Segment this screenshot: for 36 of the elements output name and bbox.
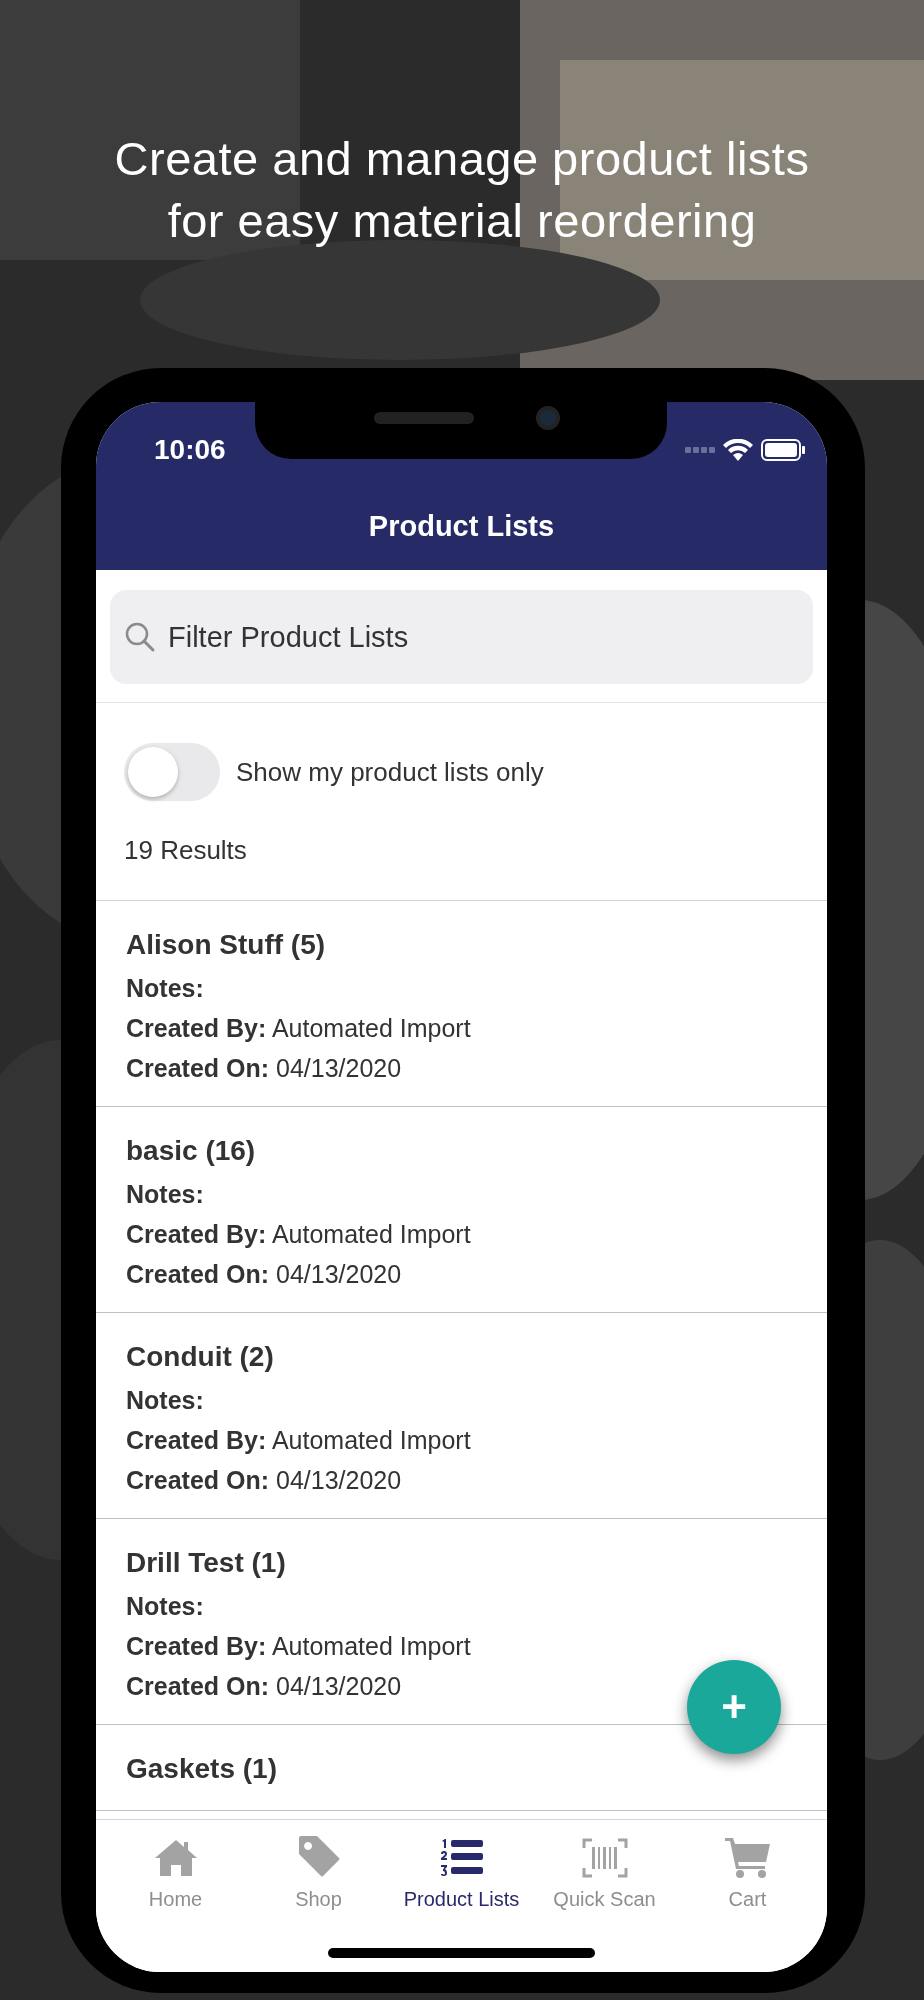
- list-title: Conduit (2): [126, 1340, 274, 1374]
- signal-icon: [685, 447, 715, 453]
- list-title: Drill Test (1): [126, 1546, 286, 1580]
- barcode-scan-icon: [581, 1838, 628, 1878]
- numbered-list-icon: [438, 1838, 485, 1878]
- cart-icon: [724, 1836, 771, 1878]
- created-on-line: Created On: 04/13/2020: [126, 1671, 402, 1702]
- list-item-card[interactable]: Alison Stuff (5) Notes: Created By: Automated Import Created On: 04/13/2020: [96, 901, 827, 1107]
- created-on-line: Created On: 04/13/2020: [126, 1465, 402, 1496]
- search-field[interactable]: Filter Product Lists: [110, 590, 813, 684]
- battery-icon: [761, 439, 805, 461]
- toggle-label: Show my product lists only: [236, 755, 544, 789]
- created-by-line: Created By: Automated Import: [126, 1013, 471, 1044]
- wifi-icon: [723, 439, 753, 461]
- list-title: Alison Stuff (5): [126, 928, 326, 962]
- notes-label: Notes:: [126, 1179, 204, 1210]
- results-count: 19 Results: [124, 834, 248, 867]
- toggle-switch[interactable]: [124, 743, 220, 801]
- list-title: Gaskets (1): [126, 1752, 277, 1786]
- screen-title: Product Lists: [368, 509, 555, 545]
- tab-item[interactable]: Product Lists: [391, 1834, 532, 1914]
- notes-label: Notes:: [126, 973, 204, 1004]
- list-title: basic (16): [126, 1134, 256, 1168]
- headline: Create and manage product lists for easy material reordering: [114, 131, 810, 249]
- created-by-line: Created By: Automated Import: [126, 1219, 471, 1250]
- list-item-card[interactable]: basic (16) Notes: Created By: Automated Import Created On: 04/13/2020: [96, 1107, 827, 1313]
- created-on-line: Created On: 04/13/2020: [126, 1053, 402, 1084]
- search-icon: [124, 621, 156, 653]
- tag-icon: [296, 1834, 341, 1878]
- created-by-line: Created By: Automated Import: [126, 1631, 471, 1662]
- notes-label: Notes:: [126, 1591, 204, 1622]
- created-by-line: Created By: Automated Import: [126, 1425, 471, 1456]
- status-time: 10:06: [154, 433, 226, 467]
- list-item-card[interactable]: Conduit (2) Notes: Created By: Automated Import Created On: 04/13/2020: [96, 1313, 827, 1519]
- notes-label: Notes:: [126, 1385, 204, 1416]
- created-on-line: Created On: 04/13/2020: [126, 1259, 402, 1290]
